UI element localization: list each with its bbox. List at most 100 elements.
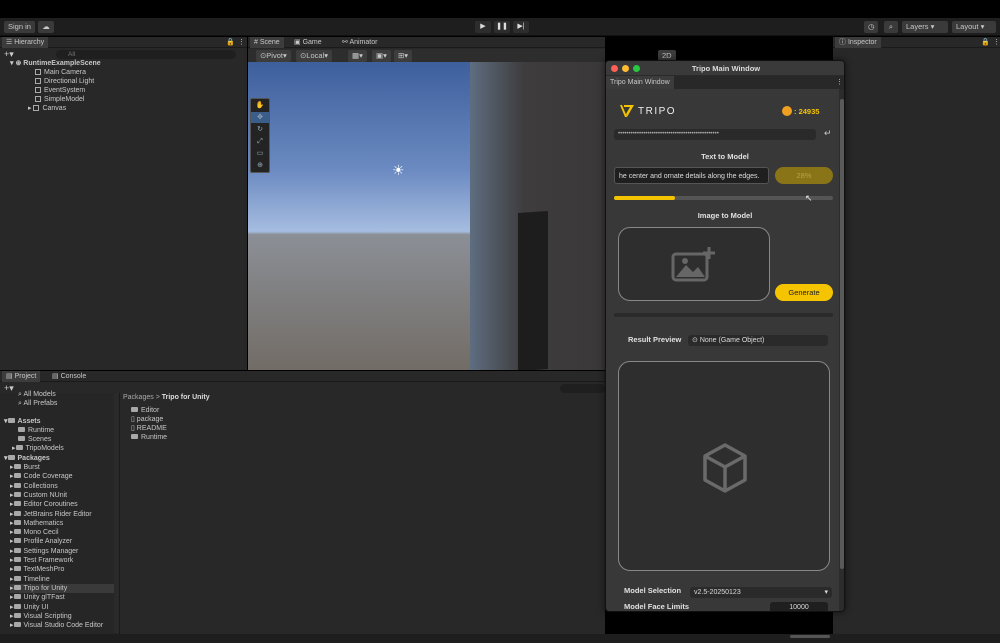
- tree-item-package[interactable]: ▸ Mathematics: [10, 519, 114, 528]
- tree-item-package[interactable]: ▸ Visual Scripting: [10, 612, 114, 621]
- rect-tool-icon[interactable]: ▭: [251, 148, 269, 159]
- project-search-input[interactable]: [560, 384, 605, 393]
- tab-console[interactable]: ▤ Console: [48, 371, 90, 382]
- file-item[interactable]: Runtime: [131, 433, 167, 442]
- tab-inspector[interactable]: ⓘ Inspector: [835, 37, 881, 48]
- increment-snap-icon[interactable]: ⊞▾: [394, 50, 413, 62]
- pivot-dropdown[interactable]: ⊙Pivot▾: [256, 50, 291, 62]
- tree-item[interactable]: Runtime: [18, 426, 54, 435]
- tree-item-package[interactable]: ▸ Code Coverage: [10, 472, 114, 481]
- cloud-icon[interactable]: ☁: [38, 21, 54, 33]
- layers-dropdown[interactable]: Layers ▾: [902, 21, 948, 33]
- tree-item-package[interactable]: ▸ Mono Cecil: [10, 528, 114, 537]
- file-item[interactable]: ▯ package: [131, 415, 163, 424]
- sign-in-button[interactable]: Sign in: [4, 21, 35, 33]
- layout-dropdown[interactable]: Layout ▾: [952, 21, 996, 33]
- hierarchy-item[interactable]: Directional Light: [35, 77, 94, 86]
- expand-arrow-icon[interactable]: ▸: [10, 604, 14, 611]
- result-object-field[interactable]: ⊙ None (Game Object): [688, 335, 828, 346]
- tree-item[interactable]: ▾ Packages: [4, 454, 50, 463]
- expand-arrow-icon[interactable]: ▸: [10, 622, 14, 629]
- tree-item[interactable]: ⌕ All Models: [18, 390, 56, 399]
- expand-arrow-icon[interactable]: ▸: [10, 464, 14, 471]
- scale-tool-icon[interactable]: ⤢: [251, 136, 269, 147]
- scene-root[interactable]: ▾ ⊛ RuntimeExampleScene: [10, 59, 101, 68]
- tab-animator[interactable]: ⚯ Animator: [338, 37, 381, 48]
- generate-progress-button[interactable]: 28%: [775, 167, 833, 184]
- snap-icon[interactable]: ▣▾: [372, 50, 391, 62]
- tripo-scroll-thumb[interactable]: [840, 99, 844, 569]
- step-icon[interactable]: ▶|: [513, 21, 529, 33]
- breadcrumb-current[interactable]: Tripo for Unity: [162, 394, 210, 401]
- expand-arrow-icon[interactable]: ▸: [10, 576, 14, 583]
- kebab-icon[interactable]: ⋮: [234, 37, 249, 48]
- expand-arrow-icon[interactable]: ▸: [10, 529, 14, 536]
- expand-arrow-icon[interactable]: ▸: [10, 538, 14, 545]
- tab-hierarchy[interactable]: ☰ Hierarchy: [2, 37, 49, 48]
- tab-game[interactable]: ▣ Game: [290, 37, 326, 48]
- tab-tripo-main[interactable]: Tripo Main Window: [606, 76, 674, 89]
- model-selection-dropdown[interactable]: v2.5-20250123 ▾: [690, 587, 832, 598]
- expand-arrow-icon[interactable]: ▸: [10, 511, 14, 518]
- icon-size-slider[interactable]: [790, 635, 830, 638]
- search-icon[interactable]: ⌕: [884, 21, 898, 33]
- tab-scene[interactable]: # Scene: [250, 37, 284, 48]
- api-key-field[interactable]: ••••••••••••••••••••••••••••••••••••••••…: [614, 129, 816, 140]
- tree-item-package[interactable]: ▸ Settings Manager: [10, 547, 114, 556]
- tree-item-package[interactable]: ▸ Tripo for Unity: [10, 583, 114, 593]
- tree-item-package[interactable]: ▸ Profile Analyzer: [10, 537, 114, 546]
- expand-arrow-icon[interactable]: ▸: [10, 473, 14, 480]
- hand-tool-icon[interactable]: ✋: [251, 100, 269, 111]
- image-drop-zone[interactable]: [618, 227, 770, 301]
- prompt-input[interactable]: he center and ornate details along the e…: [614, 167, 769, 184]
- model-face-limits-input[interactable]: 10000: [770, 602, 828, 611]
- tree-item-package[interactable]: ▸ Collections: [10, 482, 114, 491]
- enter-icon[interactable]: ↵: [824, 128, 832, 139]
- tree-item-package[interactable]: ▸ Unity UI: [10, 603, 114, 612]
- move-tool-icon[interactable]: ✥: [251, 112, 269, 123]
- tree-item-package[interactable]: ▸ Burst: [10, 463, 114, 472]
- tree-item[interactable]: ▸ TripoModels: [12, 444, 64, 453]
- expand-arrow-icon[interactable]: ▸: [10, 585, 14, 592]
- tree-item-package[interactable]: ▸ Timeline: [10, 575, 114, 584]
- tree-item[interactable]: ⌕ All Prefabs: [18, 399, 57, 408]
- local-dropdown[interactable]: ⊙Local▾: [296, 50, 332, 62]
- hierarchy-search-input[interactable]: All: [56, 50, 236, 59]
- tree-item-package[interactable]: ▸ JetBrains Rider Editor: [10, 510, 114, 519]
- hierarchy-item[interactable]: EventSystem: [35, 86, 85, 95]
- hierarchy-item[interactable]: SimpleModel: [35, 95, 84, 104]
- generate-button[interactable]: Generate: [775, 284, 833, 301]
- breadcrumb-root[interactable]: Packages: [123, 394, 154, 401]
- tripo-scrollbar[interactable]: [839, 89, 844, 611]
- tree-item-package[interactable]: ▸ Test Framework: [10, 556, 114, 565]
- file-item[interactable]: ▯ README: [131, 424, 167, 433]
- expand-arrow-icon[interactable]: ▸: [10, 594, 14, 601]
- expand-arrow-icon[interactable]: ▸: [10, 566, 14, 573]
- tree-item[interactable]: ▾ Assets: [4, 417, 40, 426]
- history-icon[interactable]: ◷: [864, 21, 878, 33]
- pause-icon[interactable]: ❚❚: [494, 21, 510, 33]
- expand-arrow-icon[interactable]: ▸: [10, 520, 14, 527]
- grid-snap-icon[interactable]: ▦▾: [348, 50, 367, 62]
- expand-arrow-icon[interactable]: ▸: [10, 613, 14, 620]
- tree-item-package[interactable]: ▸ Unity glTFast: [10, 593, 114, 602]
- rotate-tool-icon[interactable]: ↻: [251, 124, 269, 135]
- hierarchy-item[interactable]: ▸ Canvas: [28, 104, 66, 113]
- tree-item-package[interactable]: ▸ Custom NUnit: [10, 491, 114, 500]
- file-item[interactable]: Editor: [131, 406, 159, 415]
- kebab-icon[interactable]: ⋮: [832, 76, 844, 89]
- sun-light-icon[interactable]: ☀: [392, 162, 405, 179]
- expand-arrow-icon[interactable]: ▸: [10, 492, 14, 499]
- expand-arrow-icon[interactable]: ▸: [10, 548, 14, 555]
- expand-arrow-icon[interactable]: ▸: [10, 501, 14, 508]
- play-icon[interactable]: ▶: [475, 21, 491, 33]
- kebab-icon[interactable]: ⋮: [989, 37, 1000, 48]
- hierarchy-item[interactable]: Main Camera: [35, 68, 86, 77]
- tab-project[interactable]: ▤ Project: [2, 371, 41, 382]
- expand-arrow-icon[interactable]: ▸: [10, 557, 14, 564]
- project-tree-scrollbar[interactable]: [114, 393, 119, 633]
- expand-arrow-icon[interactable]: ▸: [10, 483, 14, 490]
- tree-item-package[interactable]: ▸ TextMeshPro: [10, 565, 114, 574]
- tree-item-package[interactable]: ▸ Editor Coroutines: [10, 500, 114, 509]
- scene-viewport[interactable]: ☀ ✋ ✥ ↻ ⤢ ▭ ⊕: [248, 62, 605, 370]
